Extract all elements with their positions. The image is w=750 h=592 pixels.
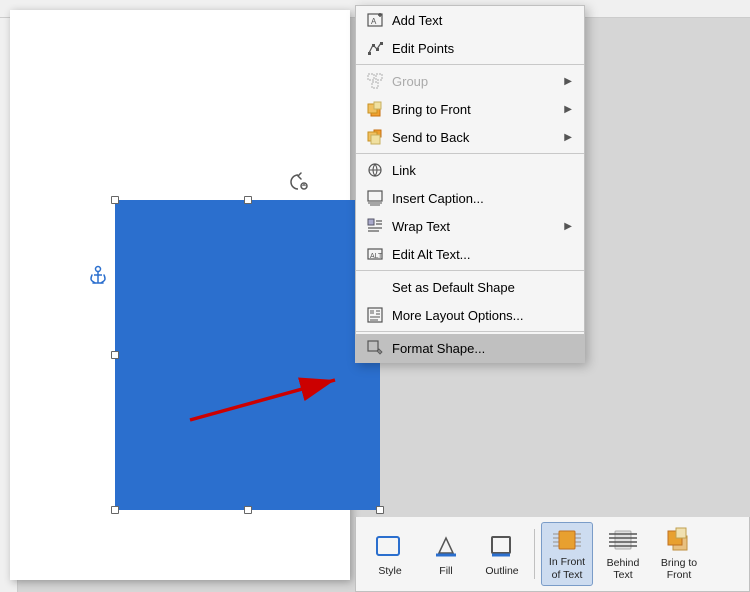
- no-icon-placeholder: [364, 277, 386, 297]
- send-back-icon: [364, 127, 386, 147]
- edit-points-icon: [364, 38, 386, 58]
- bring-front-tb-icon: [663, 526, 695, 555]
- toolbar-btn-in-front-of-text[interactable]: In Front of Text: [541, 522, 593, 586]
- handle-tm[interactable]: [244, 196, 252, 204]
- behind-label-line2: Text: [613, 569, 632, 582]
- outline-label: Outline: [485, 565, 518, 578]
- separator-4: [356, 331, 584, 332]
- menu-item-add-text[interactable]: A Add Text: [356, 6, 584, 34]
- toolbar-btn-style[interactable]: Style: [364, 522, 416, 586]
- toolbar-btn-behind-text[interactable]: Behind Text: [597, 522, 649, 586]
- menu-label-add-text: Add Text: [392, 13, 572, 28]
- menu-item-bring-to-front[interactable]: Bring to Front ▶: [356, 95, 584, 123]
- menu-label-send-to-back: Send to Back: [392, 130, 564, 145]
- send-back-arrow: ▶: [564, 132, 572, 143]
- toolbar-btn-fill[interactable]: Fill: [420, 522, 472, 586]
- toolbar-btn-outline[interactable]: Outline: [476, 522, 528, 586]
- bring-front-arrow: ▶: [564, 104, 572, 115]
- menu-label-group: Group: [392, 74, 564, 89]
- in-front-label-line2: of Text: [552, 569, 583, 582]
- menu-item-wrap-text[interactable]: Wrap Text ▶: [356, 212, 584, 240]
- separator-2: [356, 153, 584, 154]
- bring-front-tb-label-line2: Front: [667, 569, 692, 582]
- document-area: A Add Text Edit Points: [0, 0, 750, 592]
- group-icon: [364, 71, 386, 91]
- bottom-toolbar: Style Fill Outline: [355, 517, 750, 592]
- separator-3: [356, 270, 584, 271]
- menu-label-edit-alt-text: Edit Alt Text...: [392, 247, 572, 262]
- context-menu: A Add Text Edit Points: [355, 5, 585, 363]
- menu-item-more-layout-options[interactable]: More Layout Options...: [356, 301, 584, 329]
- menu-item-edit-alt-text[interactable]: ALT Edit Alt Text...: [356, 240, 584, 268]
- menu-label-edit-points: Edit Points: [392, 41, 572, 56]
- menu-item-edit-points[interactable]: Edit Points: [356, 34, 584, 62]
- menu-label-link: Link: [392, 163, 572, 178]
- menu-label-more-layout-options: More Layout Options...: [392, 308, 572, 323]
- wrap-text-icon: [364, 216, 386, 236]
- toolbar-btn-bring-to-front[interactable]: Bring to Front: [653, 522, 705, 586]
- in-front-label-line1: In Front: [549, 556, 585, 569]
- fill-label: Fill: [439, 565, 452, 578]
- style-icon: [374, 531, 406, 563]
- anchor-icon: [90, 265, 106, 290]
- menu-item-send-to-back[interactable]: Send to Back ▶: [356, 123, 584, 151]
- caption-icon: [364, 188, 386, 208]
- menu-label-set-default-shape: Set as Default Shape: [392, 280, 572, 295]
- add-text-icon: A: [364, 10, 386, 30]
- bring-front-tb-label-line1: Bring to: [661, 557, 697, 570]
- menu-item-link[interactable]: Link: [356, 156, 584, 184]
- handle-tl[interactable]: [111, 196, 119, 204]
- alt-text-icon: ALT: [364, 244, 386, 264]
- group-arrow: ▶: [564, 76, 572, 87]
- outline-icon: [486, 531, 518, 563]
- behind-label-line1: Behind: [607, 557, 640, 570]
- menu-item-set-default-shape[interactable]: Set as Default Shape: [356, 273, 584, 301]
- menu-label-format-shape: Format Shape...: [392, 341, 572, 356]
- handle-bl[interactable]: [111, 506, 119, 514]
- blue-rectangle-shape[interactable]: [115, 200, 380, 510]
- menu-item-format-shape[interactable]: Format Shape...: [356, 334, 584, 362]
- separator-1: [356, 64, 584, 65]
- document-page: [10, 10, 350, 580]
- behind-icon: [607, 526, 639, 555]
- wrap-text-arrow: ▶: [564, 221, 572, 232]
- handle-br[interactable]: [376, 506, 384, 514]
- in-front-icon: [551, 526, 583, 554]
- layout-icon: [364, 305, 386, 325]
- menu-label-bring-to-front: Bring to Front: [392, 102, 564, 117]
- format-shape-icon: [364, 338, 386, 358]
- handle-ml[interactable]: [111, 351, 119, 359]
- toolbar-separator-1: [534, 529, 535, 579]
- menu-label-wrap-text: Wrap Text: [392, 219, 564, 234]
- bring-front-icon: [364, 99, 386, 119]
- style-label: Style: [378, 565, 401, 578]
- handle-bm[interactable]: [244, 506, 252, 514]
- rotate-icon[interactable]: [288, 172, 308, 197]
- fill-icon: [430, 531, 462, 563]
- link-icon: [364, 160, 386, 180]
- menu-item-insert-caption[interactable]: Insert Caption...: [356, 184, 584, 212]
- menu-label-insert-caption: Insert Caption...: [392, 191, 572, 206]
- svg-text:ALT: ALT: [370, 253, 383, 260]
- svg-text:A: A: [371, 17, 377, 26]
- menu-item-group[interactable]: Group ▶: [356, 67, 584, 95]
